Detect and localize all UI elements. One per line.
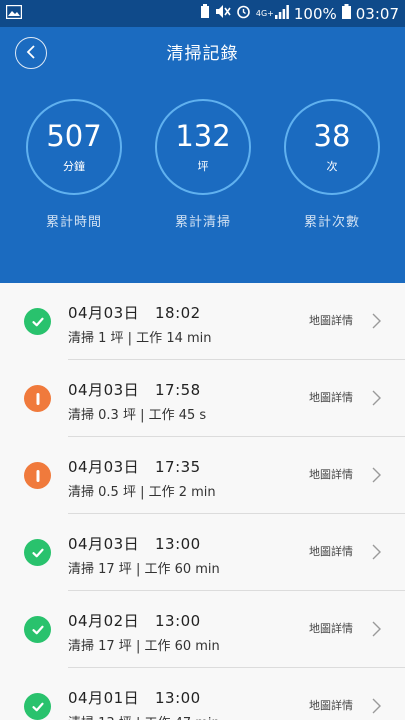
record-datetime: 04月03日 18:02 <box>68 304 201 322</box>
network-type-label: 4G+ <box>255 9 274 18</box>
record-detail: 清掃 13 坪 | 工作 47 min <box>68 712 220 720</box>
check-icon <box>24 539 51 566</box>
record-datetime: 04月02日 13:00 <box>68 612 201 630</box>
gallery-icon <box>5 4 23 23</box>
map-detail-link[interactable]: 地圖詳情 <box>309 697 353 713</box>
record-detail: 清掃 0.5 坪 | 工作 2 min <box>68 485 216 500</box>
chevron-right-icon <box>372 544 381 564</box>
record-detail: 清掃 17 坪 | 工作 60 min <box>68 639 220 654</box>
chevron-right-icon <box>372 313 381 333</box>
record-row[interactable]: 04月03日 17:58 清掃 0.3 坪 | 工作 45 s 地圖詳情 <box>0 360 405 437</box>
stat-total-time: 507 分鐘 累計時間 <box>26 99 122 230</box>
chevron-right-icon <box>372 467 381 487</box>
chevron-right-icon <box>372 621 381 641</box>
check-icon <box>24 308 51 335</box>
stat-label: 累計次數 <box>303 215 360 230</box>
record-row[interactable]: 04月03日 13:00 清掃 17 坪 | 工作 60 min 地圖詳情 <box>0 514 405 591</box>
stat-unit: 分鐘 <box>63 160 85 173</box>
record-row[interactable]: 04月03日 18:02 清掃 1 坪 | 工作 14 min 地圖詳情 <box>0 283 405 360</box>
stat-label: 累計清掃 <box>174 215 231 230</box>
stat-unit: 次 <box>326 160 338 173</box>
warning-icon <box>24 385 51 412</box>
record-row[interactable]: 04月01日 13:00 清掃 13 坪 | 工作 47 min 地圖詳情 <box>0 668 405 720</box>
stat-label: 累計時間 <box>45 215 102 230</box>
stat-value: 38 <box>313 119 351 153</box>
chevron-right-icon <box>372 390 381 410</box>
cleaning-record-list: 04月03日 18:02 清掃 1 坪 | 工作 14 min 地圖詳情 04月… <box>0 283 405 720</box>
stat-circle: 507 分鐘 <box>26 99 122 195</box>
stat-circle: 38 次 <box>284 99 380 195</box>
battery-saver-icon <box>200 4 210 23</box>
status-bar: 4G+ 100% 03:07 <box>0 0 405 27</box>
check-icon <box>24 616 51 643</box>
map-detail-link[interactable]: 地圖詳情 <box>309 543 353 559</box>
check-icon <box>24 693 51 720</box>
map-detail-link[interactable]: 地圖詳情 <box>309 312 353 328</box>
battery-icon <box>341 4 351 23</box>
record-detail: 清掃 17 坪 | 工作 60 min <box>68 562 220 577</box>
clock: 03:07 <box>355 4 399 23</box>
record-row[interactable]: 04月02日 13:00 清掃 17 坪 | 工作 60 min 地圖詳情 <box>0 591 405 668</box>
record-datetime: 04月03日 17:35 <box>68 458 201 476</box>
signal-icon <box>274 4 289 23</box>
stat-circle: 132 坪 <box>155 99 251 195</box>
record-datetime: 04月03日 13:00 <box>68 535 201 553</box>
alarm-icon <box>236 4 251 23</box>
stat-total-area: 132 坪 累計清掃 <box>155 99 251 230</box>
stat-value: 132 <box>175 119 231 153</box>
record-datetime: 04月03日 17:58 <box>68 381 201 399</box>
page-title: 清掃記錄 <box>166 44 239 64</box>
map-detail-link[interactable]: 地圖詳情 <box>309 389 353 405</box>
record-detail: 清掃 0.3 坪 | 工作 45 s <box>68 408 207 423</box>
chevron-right-icon <box>372 698 381 718</box>
mute-icon <box>215 4 231 23</box>
stat-unit: 坪 <box>197 160 209 173</box>
record-datetime: 04月01日 13:00 <box>68 689 201 707</box>
stat-total-count: 38 次 累計次數 <box>284 99 380 230</box>
map-detail-link[interactable]: 地圖詳情 <box>309 620 353 636</box>
warning-icon <box>24 462 51 489</box>
battery-percent: 100% <box>293 4 337 23</box>
header: 清掃記錄 507 分鐘 累計時間 132 坪 累計清掃 38 次 累計次數 <box>0 27 405 283</box>
record-detail: 清掃 1 坪 | 工作 14 min <box>68 331 212 346</box>
map-detail-link[interactable]: 地圖詳情 <box>309 466 353 482</box>
record-row[interactable]: 04月03日 17:35 清掃 0.5 坪 | 工作 2 min 地圖詳情 <box>0 437 405 514</box>
stat-value: 507 <box>46 119 102 153</box>
